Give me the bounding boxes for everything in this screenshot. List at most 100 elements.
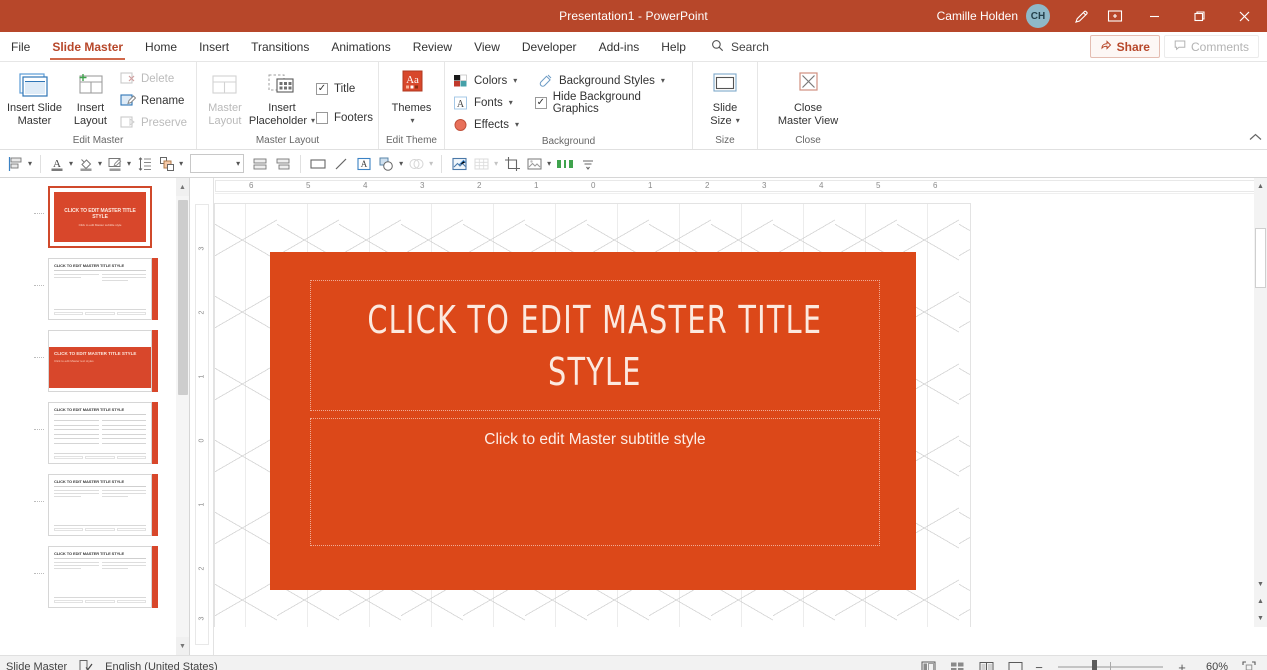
avatar[interactable]: CH [1026,4,1050,28]
share-button[interactable]: Share [1090,35,1160,58]
align-middle-icon[interactable] [249,152,271,176]
preserve-master-button[interactable]: Preserve [117,112,191,133]
chevron-down-icon[interactable]: ▾ [399,159,403,168]
footers-checkbox[interactable]: Footers [316,107,373,128]
thumbnail-layout-title-content[interactable]: CLICK TO EDIT MASTER TITLE STYLE [48,258,152,320]
tab-insert[interactable]: Insert [188,32,240,61]
spellcheck-icon[interactable] [79,659,93,670]
shape-style-gallery[interactable]: ▾ [190,154,244,173]
background-styles-button[interactable]: Background Styles ▾ [535,70,687,91]
slide-accent-block[interactable]: CLICK TO EDIT MASTER TITLE STYLE Click t… [270,252,916,590]
minimize-button[interactable] [1132,0,1177,32]
tab-review[interactable]: Review [402,32,463,61]
account-name[interactable]: Camille Holden [937,9,1018,23]
line-shape-icon[interactable] [330,152,352,176]
language-label[interactable]: English (United States) [105,661,218,670]
align-objects-icon[interactable]: ▾ [6,152,34,176]
thumbnail-slide-master[interactable]: CLICK TO EDIT MASTER TITLE STYLE Click t… [48,186,152,248]
rename-master-button[interactable]: Rename [117,90,191,111]
collapse-ribbon-icon[interactable] [1249,133,1262,145]
slide-surface[interactable]: CLICK TO EDIT MASTER TITLE STYLE Click t… [214,194,1255,627]
rectangle-shape-icon[interactable] [307,152,329,176]
scrollbar-thumb[interactable] [1255,228,1266,288]
font-color-icon[interactable]: A ▾ [47,152,75,176]
vertical-ruler[interactable]: 3 2 1 0 1 2 3 [190,178,214,655]
scroll-down-arrow[interactable]: ▼ [176,637,189,655]
chevron-down-icon[interactable]: ▾ [513,76,517,85]
comments-button[interactable]: Comments [1164,35,1259,58]
title-checkbox[interactable]: ✓ Title [316,78,373,99]
slide-master-canvas[interactable]: CLICK TO EDIT MASTER TITLE STYLE Click t… [214,203,971,627]
insert-placeholder-button[interactable]: Insert Placeholder ▾ [248,66,316,129]
ink-pen-icon[interactable] [1064,0,1098,32]
chevron-down-icon[interactable]: ▾ [98,159,102,168]
crop-icon[interactable] [501,152,523,176]
chevron-down-icon[interactable]: ▾ [509,98,513,107]
chevron-down-icon[interactable]: ▾ [179,159,183,168]
insert-layout-button[interactable]: Insert Layout [64,66,117,129]
distribute-icon[interactable] [272,152,294,176]
zoom-level-label[interactable]: 60% [1194,661,1228,670]
master-layout-button[interactable]: Master Layout [202,66,248,129]
scroll-up-arrow[interactable]: ▲ [1254,178,1267,195]
themes-button[interactable]: Aa Themes ▾ [384,66,439,129]
text-box-icon[interactable]: A [353,152,375,176]
slide-sorter-icon[interactable] [945,657,969,670]
fit-slide-to-window-icon[interactable] [1237,657,1261,670]
slide-size-button[interactable]: Slide Size ▾ [698,66,752,129]
chevron-down-icon[interactable]: ▾ [547,159,551,168]
chevron-down-icon[interactable]: ▾ [69,159,73,168]
tab-slide-master[interactable]: Slide Master [41,32,134,61]
theme-fonts-button[interactable]: A Fonts ▾ [450,92,523,113]
insert-slide-master-button[interactable]: Insert Slide Master [5,66,64,129]
scroll-down-arrow[interactable]: ▼ [1254,576,1267,593]
slide-thumbnail-pane[interactable]: CLICK TO EDIT MASTER TITLE STYLE Click t… [0,178,190,655]
slide-canvas-area[interactable]: 6 5 4 3 2 1 0 1 2 3 4 5 6 CLICK TO EDIT … [214,178,1267,655]
delete-master-button[interactable]: Delete [117,68,191,89]
tab-add-ins[interactable]: Add-ins [588,32,651,61]
tab-transitions[interactable]: Transitions [240,32,320,61]
hide-background-graphics-checkbox[interactable]: ✓ Hide Background Graphics [535,92,687,113]
restore-button[interactable] [1177,0,1222,32]
normal-view-icon[interactable] [916,657,940,670]
shape-fill-icon[interactable]: ▾ [76,152,104,176]
overflow-chevron-icon[interactable] [577,152,599,176]
previous-slide-button[interactable]: ▲ [1254,593,1267,610]
insert-picture-icon[interactable] [448,152,470,176]
shape-outline-icon[interactable]: ▾ [105,152,133,176]
canvas-vertical-scrollbar[interactable]: ▲ ▼ ▲ ▼ [1254,178,1267,627]
ribbon-display-options-icon[interactable] [1098,0,1132,32]
chevron-down-icon[interactable]: ▾ [236,159,240,168]
chevron-down-icon[interactable]: ▾ [28,159,32,168]
tab-help[interactable]: Help [650,32,697,61]
chevron-down-icon[interactable]: ▾ [736,115,740,128]
chevron-down-icon[interactable]: ▾ [515,120,519,129]
selection-pane-icon[interactable] [554,152,576,176]
theme-effects-button[interactable]: Effects ▾ [450,114,523,135]
picture-effects-icon[interactable]: ▾ [524,152,553,176]
theme-colors-button[interactable]: Colors ▾ [450,70,523,91]
scroll-up-arrow[interactable]: ▲ [176,178,189,196]
title-placeholder[interactable]: CLICK TO EDIT MASTER TITLE STYLE [310,280,880,411]
search-box[interactable]: Search [697,32,769,61]
chevron-down-icon[interactable]: ▾ [661,76,665,85]
reading-view-icon[interactable] [974,657,998,670]
tab-view[interactable]: View [463,32,511,61]
tab-developer[interactable]: Developer [511,32,588,61]
zoom-in-button[interactable]: + [1175,660,1189,670]
chevron-down-icon[interactable]: ▾ [127,159,131,168]
horizontal-ruler[interactable]: 6 5 4 3 2 1 0 1 2 3 4 5 6 [215,178,1267,194]
next-slide-button[interactable]: ▼ [1254,610,1267,627]
chevron-down-icon[interactable]: ▾ [311,115,315,128]
line-spacing-icon[interactable] [134,152,156,176]
tab-file[interactable]: File [0,32,41,61]
close-button[interactable] [1222,0,1267,32]
scrollbar-thumb[interactable] [178,200,188,395]
zoom-out-button[interactable]: − [1032,660,1046,670]
chevron-down-icon[interactable]: ▾ [494,159,498,168]
subtitle-placeholder[interactable]: Click to edit Master subtitle style [310,418,880,546]
merge-shapes-icon[interactable]: ▾ [406,152,435,176]
close-master-view-button[interactable]: Close Master View [763,66,853,129]
thumbnail-scrollbar[interactable]: ▲ ▼ [176,178,189,655]
chevron-down-icon[interactable]: ▾ [429,159,433,168]
